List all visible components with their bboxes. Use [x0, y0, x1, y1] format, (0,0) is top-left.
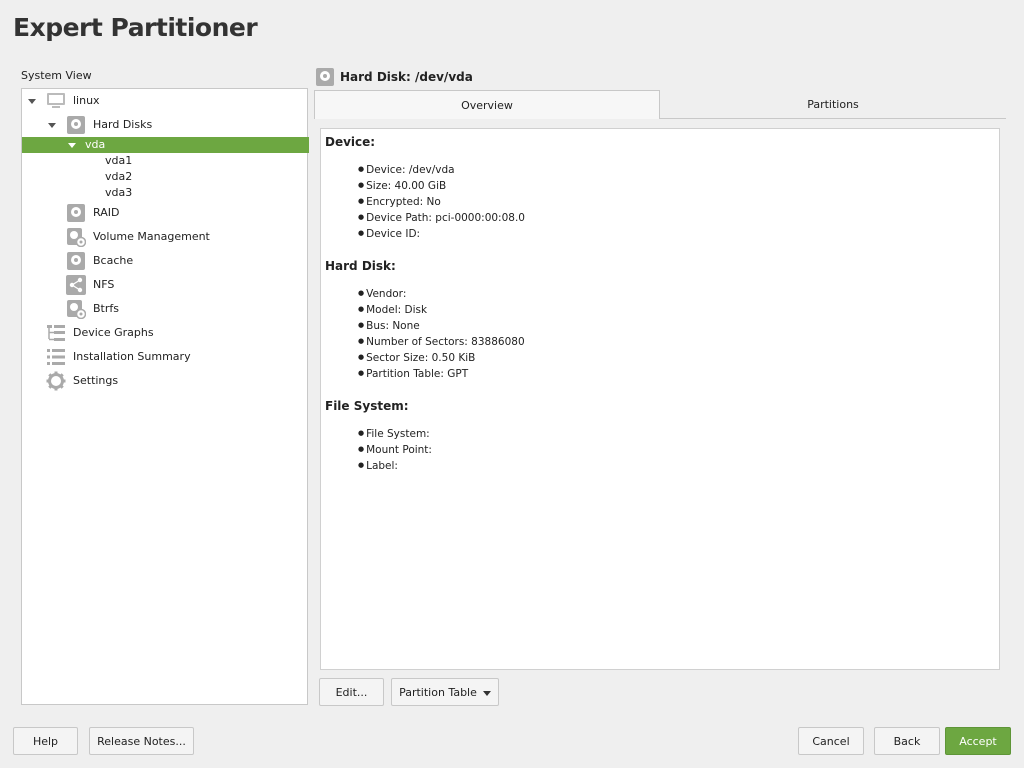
accept-button[interactable]: Accept	[945, 727, 1011, 755]
hard-disk-icon	[67, 252, 85, 270]
info-item: Sector Size: 0.50 KiB	[358, 352, 475, 364]
hard-disk-icon	[316, 68, 334, 86]
section-heading-device: Device:	[325, 135, 376, 149]
chevron-down-icon	[482, 690, 491, 696]
info-item: Vendor:	[358, 288, 406, 300]
info-item: File System:	[358, 428, 430, 440]
list-icon	[47, 349, 65, 365]
section-heading-file-system: File System:	[325, 399, 409, 413]
system-view-tree[interactable]: linux Hard Disks vda vda1 vda2 vda3 RAID	[21, 88, 309, 705]
page-title: Expert Partitioner	[13, 13, 258, 42]
tree-item-label: vda	[85, 138, 106, 151]
hard-disk-icon	[67, 204, 85, 222]
info-item: Device: /dev/vda	[358, 164, 455, 176]
release-notes-button[interactable]: Release Notes...	[89, 727, 194, 755]
expand-arrow-icon[interactable]	[28, 99, 36, 104]
release-notes-button-label: Release Notes...	[97, 735, 186, 748]
partition-table-label: Partition Table	[399, 686, 477, 699]
device-graph-icon	[47, 325, 65, 341]
system-view-label: System View	[21, 69, 92, 82]
detail-title: Hard Disk: /dev/vda	[340, 70, 473, 84]
tab-label: Overview	[461, 99, 513, 112]
partition-table-dropdown[interactable]: Partition Table	[391, 678, 499, 706]
overview-panel: Device: Device: /dev/vda Size: 40.00 GiB…	[320, 128, 1000, 670]
tree-item-vda[interactable]: vda	[22, 137, 309, 153]
tab-partitions[interactable]: Partitions	[660, 90, 1006, 119]
info-item: Bus: None	[358, 320, 420, 332]
tree-item-label: Volume Management	[93, 230, 210, 243]
section-heading-hard-disk: Hard Disk:	[325, 259, 396, 273]
info-item: Model: Disk	[358, 304, 427, 316]
accept-button-label: Accept	[959, 735, 997, 748]
tree-item-label: Device Graphs	[73, 326, 154, 339]
cancel-button[interactable]: Cancel	[798, 727, 864, 755]
tree-item-label: Bcache	[93, 254, 134, 267]
tree-item-label: Btrfs	[93, 302, 119, 315]
tree-item-label: linux	[73, 94, 100, 107]
edit-button-label: Edit...	[335, 686, 368, 699]
info-item: Label:	[358, 460, 398, 472]
tree-item-label: Installation Summary	[73, 350, 191, 363]
cancel-button-label: Cancel	[812, 735, 850, 748]
gear-icon	[46, 371, 66, 391]
edit-button[interactable]: Edit...	[319, 678, 384, 706]
tree-item-label: RAID	[93, 206, 120, 219]
expand-arrow-icon[interactable]	[68, 143, 76, 148]
tree-item-label: NFS	[93, 278, 115, 291]
info-item: Encrypted: No	[358, 196, 441, 208]
tree-item-label: vda3	[105, 186, 133, 199]
info-item: Mount Point:	[358, 444, 432, 456]
info-item: Device ID:	[358, 228, 420, 240]
help-button-label: Help	[32, 735, 59, 748]
tab-overview[interactable]: Overview	[314, 90, 660, 119]
tree-item-label: Hard Disks	[93, 118, 153, 131]
tree-item-label: vda1	[105, 154, 133, 167]
tree-item-label: Settings	[73, 374, 119, 387]
tab-label: Partitions	[807, 98, 859, 111]
computer-icon	[47, 93, 65, 108]
info-item: Device Path: pci-0000:00:08.0	[358, 212, 525, 224]
hard-disk-icon	[67, 116, 85, 134]
volume-management-icon	[67, 228, 86, 247]
btrfs-icon	[67, 300, 86, 319]
info-item: Number of Sectors: 83886080	[358, 336, 525, 348]
help-button[interactable]: Help	[13, 727, 78, 755]
back-button-label: Back	[893, 735, 921, 748]
tree-item-label: vda2	[105, 170, 133, 183]
info-item: Partition Table: GPT	[358, 368, 468, 380]
info-item: Size: 40.00 GiB	[358, 180, 446, 192]
back-button[interactable]: Back	[874, 727, 940, 755]
share-icon	[66, 275, 86, 295]
expand-arrow-icon[interactable]	[48, 123, 56, 128]
